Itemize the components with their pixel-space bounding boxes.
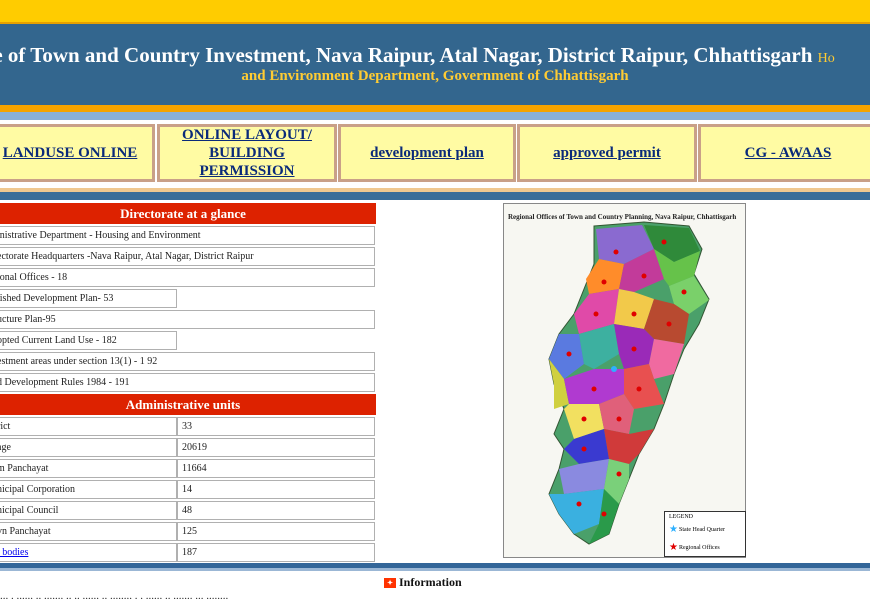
list-item: lished Development Plan- 53 bbox=[0, 289, 376, 308]
nav-online-layout[interactable]: ONLINE LAYOUT/ BUILDING PERMISSION bbox=[157, 124, 337, 182]
table-row: nicipal Corporation 14 bbox=[0, 480, 376, 499]
table-row: rict33 bbox=[0, 417, 376, 436]
list-item: opted Current Land Use - 182 bbox=[0, 331, 376, 350]
regional-offices-map[interactable]: Regional Offices of Town and Country Pla… bbox=[503, 203, 746, 558]
map-legend: LEGEND ★ State Head Quarter ★ Regional O… bbox=[664, 511, 746, 557]
admin-heading: Administrative units bbox=[0, 394, 376, 415]
list-item: ucture Plan-95 bbox=[0, 310, 376, 329]
star-icon: ★ bbox=[669, 542, 678, 553]
list-item: estment areas under section 13(1) - 1 92 bbox=[0, 352, 376, 371]
nav-development-plan[interactable]: development plan bbox=[338, 124, 516, 182]
new-badge-icon: ✦ bbox=[384, 578, 396, 588]
section-divider-light bbox=[0, 568, 870, 571]
legend-ro: Regional Offices bbox=[679, 545, 720, 551]
site-subtitle: and Environment Department, Government o… bbox=[241, 68, 629, 84]
list-item: inistrative Department - Housing and Env… bbox=[0, 226, 376, 245]
site-title: orate of Town and Country Investment, Na… bbox=[0, 43, 835, 67]
table-row: l bodies 187 bbox=[0, 543, 376, 562]
header-stripe-blue bbox=[0, 112, 870, 120]
information-heading: ✦ Information bbox=[384, 575, 462, 590]
information-marquee[interactable]: ... . ...... .. ....... .. .. ...... .. … bbox=[0, 590, 870, 602]
nav-cg-awaas[interactable]: CG - AWAAS bbox=[698, 124, 870, 182]
site-header: orate of Town and Country Investment, Na… bbox=[0, 24, 870, 105]
list-item: ectorate Headquarters -Nava Raipur, Atal… bbox=[0, 247, 376, 266]
header-stripe-orange bbox=[0, 105, 870, 112]
legend-title: LEGEND bbox=[669, 514, 693, 520]
nav-separator-blue bbox=[0, 192, 870, 200]
top-band bbox=[0, 0, 870, 24]
list-item: ional Offices - 18 bbox=[0, 268, 376, 287]
local-bodies-link[interactable]: l bodies bbox=[0, 547, 28, 558]
table-row: age20619 bbox=[0, 438, 376, 457]
table-row: m Panchayat 11664 bbox=[0, 459, 376, 478]
legend-hq: State Head Quarter bbox=[679, 527, 725, 533]
nav-landuse-online[interactable]: LANDUSE ONLINE bbox=[0, 124, 155, 182]
glance-heading: Directorate at a glance bbox=[0, 203, 376, 224]
map-graphic bbox=[548, 221, 710, 545]
list-item: d Development Rules 1984 - 191 bbox=[0, 373, 376, 392]
table-row: vn Panchayat 125 bbox=[0, 522, 376, 541]
main-nav: LANDUSE ONLINE ONLINE LAYOUT/ BUILDING P… bbox=[0, 124, 870, 186]
table-row: nicipal Council 48 bbox=[0, 501, 376, 520]
nav-approved-permit[interactable]: approved permit bbox=[517, 124, 697, 182]
info-panel: Directorate at a glance inistrative Depa… bbox=[0, 203, 376, 564]
star-icon: ★ bbox=[669, 524, 678, 535]
